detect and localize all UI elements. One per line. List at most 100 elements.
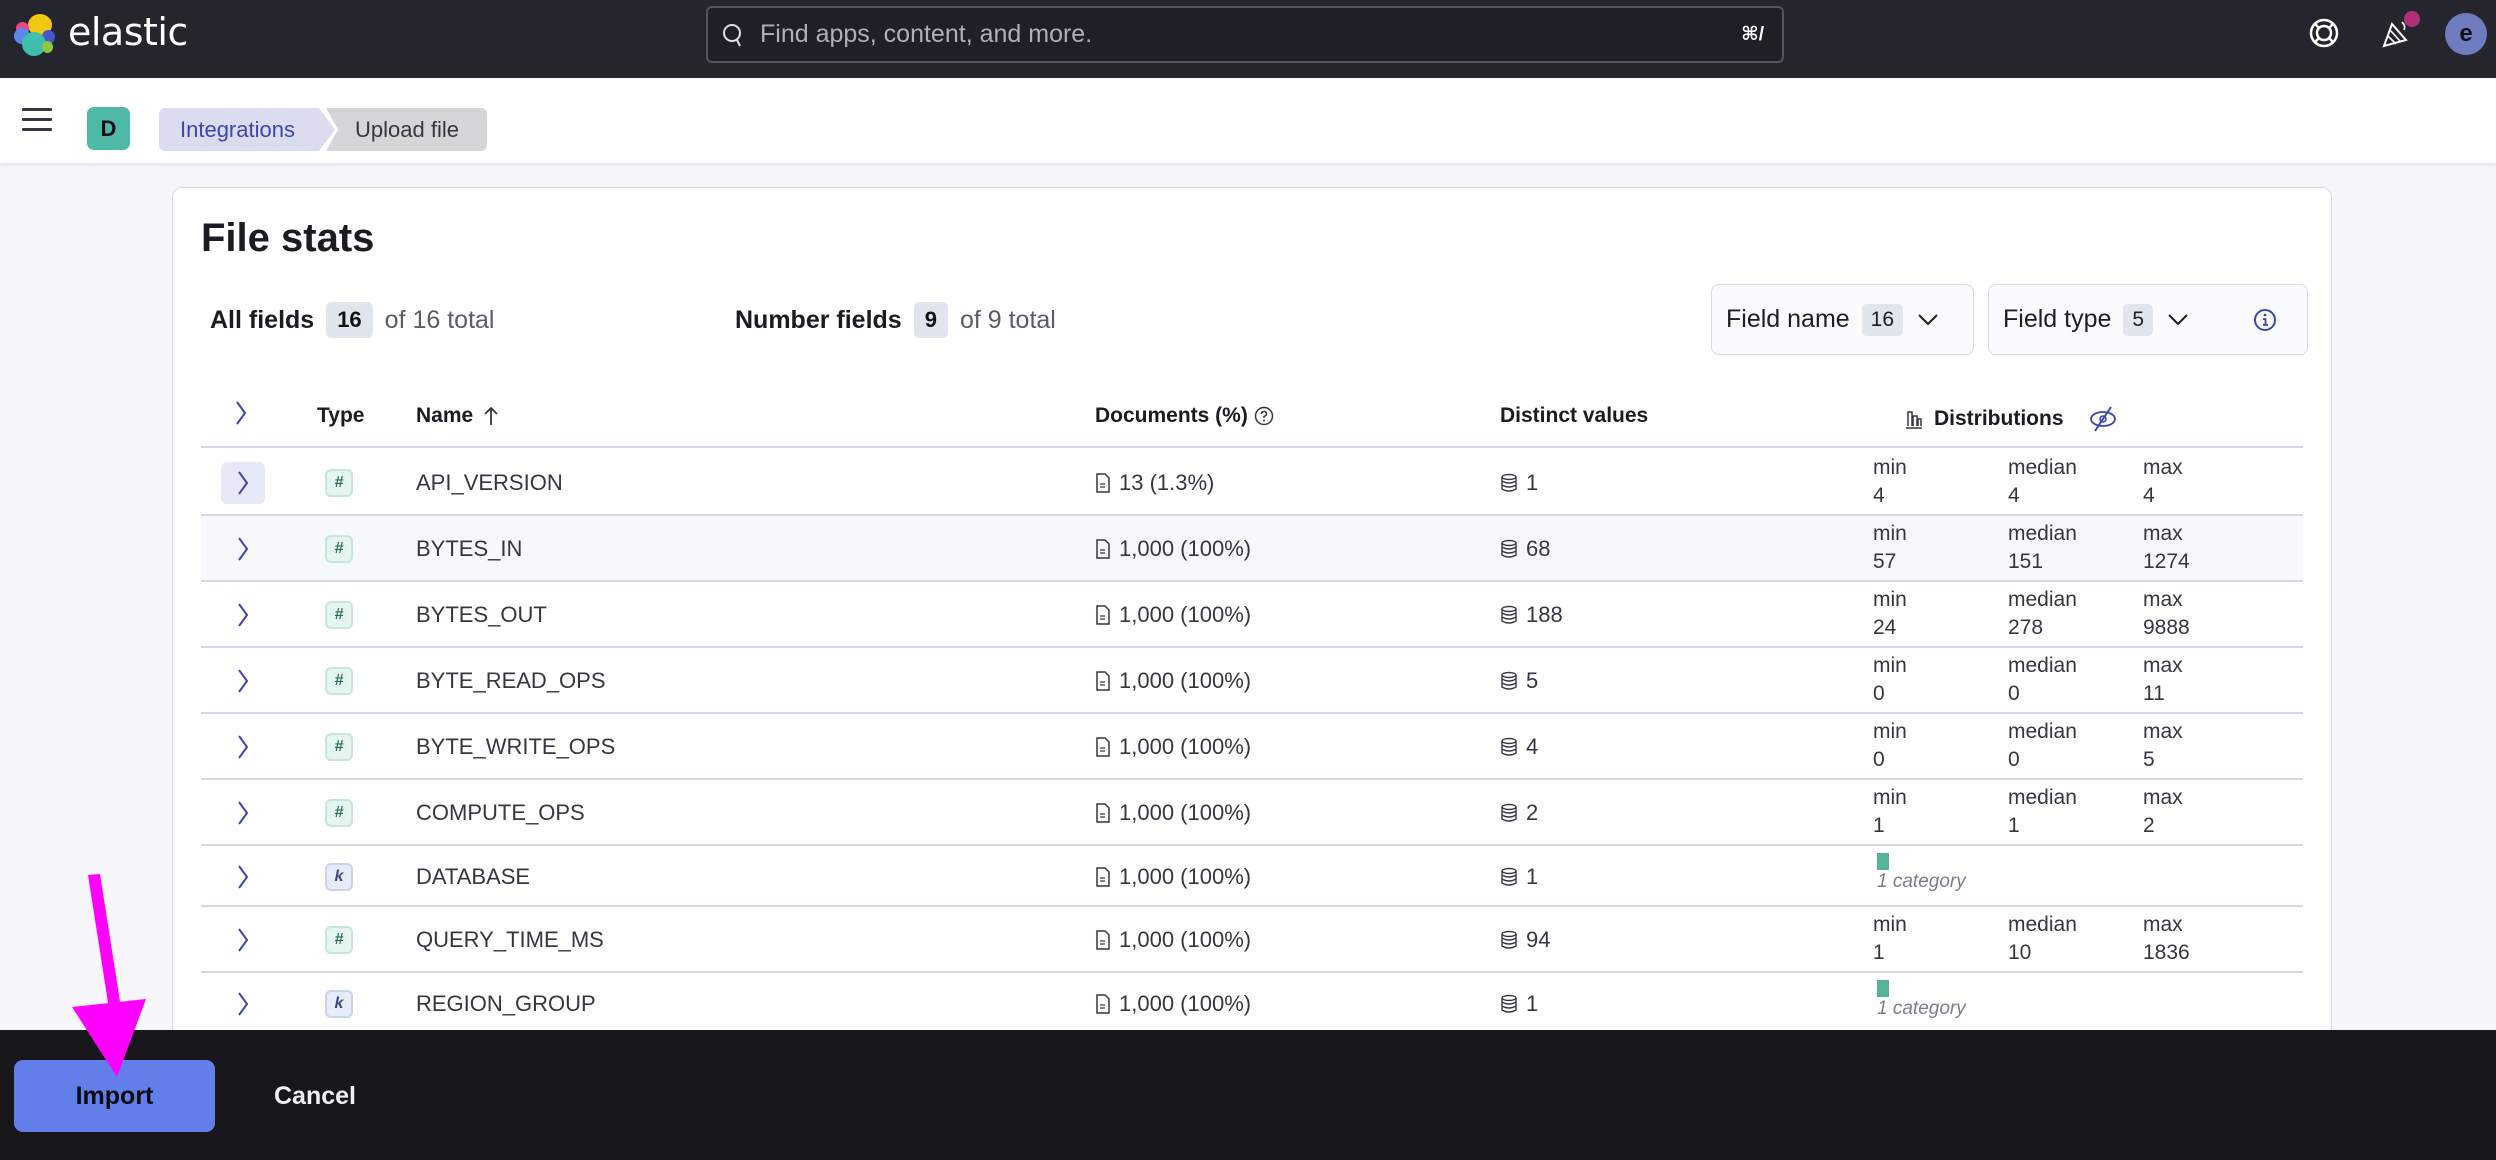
max-label: max (2143, 720, 2183, 743)
documents-cell: 1,000 (100%) (1095, 927, 1251, 953)
max-label: max (2143, 588, 2183, 611)
max-value: 11 (2143, 682, 2165, 705)
chevron-right-icon (238, 735, 249, 759)
median-label: median (2008, 588, 2077, 611)
median-label: median (2008, 786, 2077, 809)
brand-name: elastic (68, 10, 188, 54)
expand-row-button[interactable] (221, 462, 265, 504)
document-icon (1096, 737, 1110, 757)
number-type-icon: # (325, 667, 353, 695)
column-header-name[interactable]: Name (416, 404, 499, 428)
eye-closed-icon[interactable] (2088, 404, 2118, 434)
expand-row-button[interactable] (221, 726, 265, 768)
expand-row-button[interactable] (221, 856, 265, 898)
min-value: 0 (1873, 748, 1885, 771)
field-type-filter[interactable]: Field type 5 (1988, 284, 2224, 355)
field-type-filter-label: Field type (2003, 305, 2112, 333)
expand-row-button[interactable] (221, 660, 265, 702)
min-value: 57 (1873, 550, 1897, 573)
table-row: k REGION_GROUP 1,000 (100%) 1 1 category (201, 973, 2303, 1034)
all-fields-count: 16 (326, 302, 373, 338)
field-name-filter[interactable]: Field name 16 (1711, 284, 1974, 355)
min-label: min (1873, 456, 1907, 479)
expand-row-button[interactable] (221, 528, 265, 570)
question-circle-icon[interactable] (1254, 406, 1274, 426)
min-label: min (1873, 913, 1907, 936)
cancel-button[interactable]: Cancel (232, 1060, 398, 1132)
max-value: 9888 (2143, 616, 2190, 639)
distribution-stats: min 4 median 4 max 4 (1873, 454, 2278, 510)
distinct-value: 188 (1526, 602, 1563, 627)
number-type-icon: # (325, 535, 353, 563)
file-stats-panel: File stats All fields 16 of 16 total Num… (172, 187, 2332, 1087)
documents-value: 1,000 (100%) (1119, 927, 1252, 952)
table-row: # BYTES_OUT 1,000 (100%) 188 min 24 media… (201, 582, 2303, 648)
notification-dot (2404, 11, 2420, 27)
field-name: API_VERSION (416, 470, 563, 495)
expand-all-button[interactable] (234, 400, 248, 426)
help-lifebuoy-icon[interactable] (2307, 16, 2341, 50)
database-icon (1501, 867, 1517, 886)
documents-cell: 1,000 (100%) (1095, 991, 1251, 1017)
distinct-value: 5 (1526, 668, 1539, 693)
documents-value: 1,000 (100%) (1119, 734, 1252, 759)
expand-row-button[interactable] (221, 919, 265, 961)
chevron-right-icon (238, 801, 249, 825)
distribution-stats: min 1 median 10 max 1836 (1873, 911, 2278, 967)
elastic-logo[interactable]: elastic (14, 10, 188, 56)
all-fields-total: of 16 total (384, 305, 495, 334)
number-type-icon: # (325, 601, 353, 629)
field-name-filter-label: Field name (1726, 305, 1850, 333)
max-label: max (2143, 654, 2183, 677)
table-row: # BYTE_WRITE_OPS 1,000 (100%) 4 min 0 med… (201, 714, 2303, 780)
number-type-icon: # (325, 469, 353, 497)
expand-row-button[interactable] (221, 594, 265, 636)
chevron-right-icon (238, 865, 249, 889)
chevron-right-icon (238, 537, 249, 561)
search-icon (723, 23, 741, 46)
menu-toggle-icon[interactable] (22, 108, 52, 132)
number-type-icon: # (325, 799, 353, 827)
distinct-cell: 5 (1500, 668, 1538, 694)
min-value: 1 (1873, 941, 1885, 964)
user-avatar[interactable]: e (2445, 13, 2487, 55)
distinct-value: 4 (1526, 734, 1539, 759)
max-label: max (2143, 522, 2183, 545)
database-icon (1501, 473, 1517, 492)
max-value: 2 (2143, 814, 2155, 837)
column-header-documents[interactable]: Documents (%) (1095, 404, 1274, 428)
max-value: 1836 (2143, 941, 2190, 964)
space-avatar[interactable]: D (87, 107, 130, 150)
distinct-value: 1 (1526, 470, 1539, 495)
chevron-right-icon (238, 471, 249, 495)
database-icon (1501, 994, 1517, 1013)
global-search-input[interactable]: Find apps, content, and more. ⌘/ (706, 6, 1784, 63)
elastic-logo-icon (14, 12, 58, 56)
field-name-filter-count: 16 (1861, 303, 1904, 336)
documents-cell: 1,000 (100%) (1095, 668, 1251, 694)
document-icon (1096, 539, 1110, 559)
expand-row-button[interactable] (221, 983, 265, 1025)
breadcrumb-integrations[interactable]: Integrations (159, 108, 335, 151)
number-fields-stat: Number fields 9 of 9 total (735, 302, 1056, 338)
table-row: # BYTE_READ_OPS 1,000 (100%) 5 min 0 medi… (201, 648, 2303, 714)
keyword-type-icon: k (325, 990, 353, 1018)
annotation-arrow-shaft (88, 874, 121, 1009)
sort-ascending-icon (484, 406, 498, 425)
distribution-stats: min 57 median 151 max 1274 (1873, 520, 2278, 576)
column-header-distinct-values[interactable]: Distinct values (1500, 404, 1648, 428)
distinct-value: 94 (1526, 927, 1551, 952)
column-header-type[interactable]: Type (317, 404, 364, 428)
field-name: REGION_GROUP (416, 991, 596, 1016)
max-value: 4 (2143, 484, 2155, 507)
import-button[interactable]: Import (14, 1060, 215, 1132)
number-type-icon: # (325, 926, 353, 954)
column-header-distributions: Distributions (1904, 404, 2118, 434)
column-header-distributions-label: Distributions (1934, 407, 2064, 430)
field-type-info-button[interactable] (2223, 284, 2308, 355)
documents-cell: 1,000 (100%) (1095, 800, 1251, 826)
table-row: k DATABASE 1,000 (100%) 1 1 category (201, 846, 2303, 907)
expand-row-button[interactable] (221, 792, 265, 834)
median-value: 0 (2008, 748, 2020, 771)
all-fields-label: All fields (210, 305, 315, 334)
